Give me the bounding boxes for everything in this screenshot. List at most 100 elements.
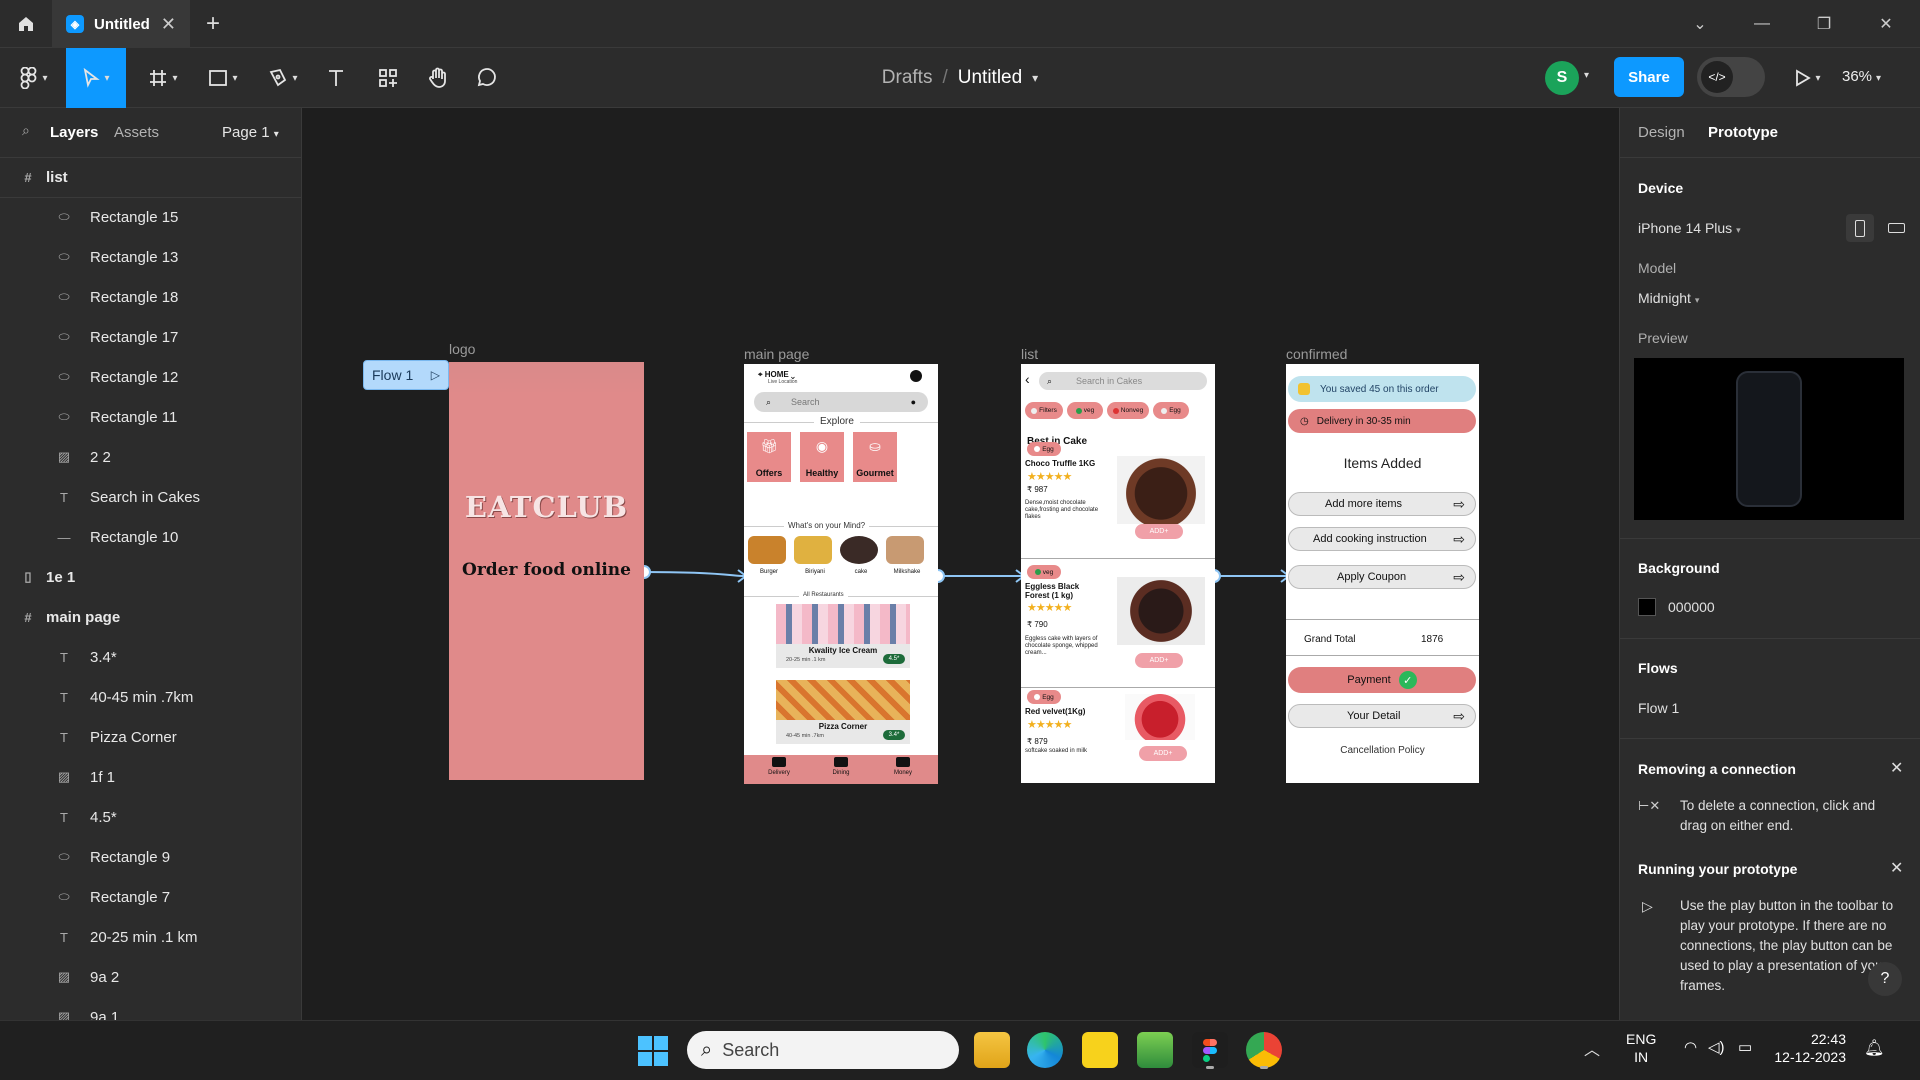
zoom-level[interactable]: 36% ▾ (1842, 68, 1881, 85)
layer-row[interactable]: T Pizza Corner (0, 717, 300, 757)
close-tab-icon[interactable]: ✕ (161, 14, 176, 35)
pen-tool[interactable]: ▾ (260, 48, 306, 108)
your-detail-label: Your Detail (1347, 710, 1401, 722)
layer-row[interactable]: T 4.5* (0, 797, 300, 837)
comment-tool[interactable] (468, 48, 504, 108)
payment-button: Payment ✓ (1288, 667, 1476, 693)
taskbar-search[interactable]: ⌕ Search (687, 1031, 959, 1069)
frame-confirmed[interactable]: You saved 45 on this order ◷ Delivery in… (1286, 364, 1479, 783)
flow-item[interactable]: Flow 1 (1638, 700, 1679, 716)
tab-design[interactable]: Design (1638, 124, 1685, 141)
wifi-icon[interactable]: ◠ (1684, 1038, 1697, 1056)
layer-row[interactable]: T 3.4* (0, 637, 300, 677)
help-button[interactable]: ? (1868, 962, 1902, 996)
frame-logo[interactable]: EATCLUB Order food online (449, 362, 644, 780)
tab-assets[interactable]: Assets (114, 124, 159, 141)
frame-list[interactable]: ‹ ⌕ Search in Cakes Best in Cake Filters… (1021, 364, 1215, 783)
breadcrumb-drafts[interactable]: Drafts (882, 67, 933, 89)
play-flow-icon[interactable]: ▷ (431, 368, 440, 382)
edge-browser-icon[interactable] (1027, 1032, 1063, 1068)
start-button[interactable] (638, 1036, 668, 1066)
layer-name: Rectangle 10 (90, 528, 179, 546)
language-indicator[interactable]: ENG IN (1626, 1030, 1656, 1066)
move-tool[interactable]: ▾ (66, 48, 126, 108)
food-label: cake (854, 569, 868, 575)
new-tab-button[interactable]: + (206, 10, 220, 38)
cake-price: ₹ 879 (1027, 737, 1048, 746)
layer-row[interactable]: ⬭ Rectangle 9 (0, 837, 300, 877)
layer-row[interactable]: T Search in Cakes (0, 477, 300, 517)
layer-row[interactable]: ▨ 9a 1 (0, 997, 300, 1021)
present-button[interactable]: ▾ (1788, 48, 1828, 108)
file-explorer-icon[interactable] (974, 1032, 1010, 1068)
close-tip-icon[interactable]: ✕ (1890, 758, 1903, 778)
frame-label-logo[interactable]: logo (449, 341, 475, 357)
layer-row[interactable]: ▨ 2 2 (0, 437, 300, 477)
maximize-button[interactable]: ❐ (1793, 0, 1855, 48)
share-button[interactable]: Share (1614, 57, 1684, 97)
clock[interactable]: 22:43 12-12-2023 (1770, 1030, 1846, 1066)
tab-prototype[interactable]: Prototype (1708, 124, 1778, 141)
layer-row[interactable]: ⬭ Rectangle 13 (0, 237, 300, 277)
window-close-button[interactable]: ✕ (1855, 0, 1917, 48)
layer-row[interactable]: # list (0, 157, 300, 197)
layer-row[interactable]: ▯ 1e 1 (0, 557, 300, 597)
cake-name: Choco Truffle 1KG (1025, 459, 1096, 468)
layer-row[interactable]: T 20-25 min .1 km (0, 917, 300, 957)
frame-label-main[interactable]: main page (744, 346, 809, 362)
shape-tool[interactable]: ▾ (200, 48, 246, 108)
layer-row[interactable]: ▨ 1f 1 (0, 757, 300, 797)
device-select[interactable]: iPhone 14 Plus ▾ (1638, 220, 1741, 236)
close-tip-icon[interactable]: ✕ (1890, 858, 1903, 878)
category-tile: ⛀ Gourmet (853, 432, 897, 482)
layer-row[interactable]: T 40-45 min .7km (0, 677, 300, 717)
layer-row[interactable]: — Rectangle 10 (0, 517, 300, 557)
layer-row[interactable]: ⬭ Rectangle 11 (0, 397, 300, 437)
sticky-notes-icon[interactable] (1082, 1032, 1118, 1068)
minimize-button[interactable]: — (1731, 0, 1793, 48)
dev-mode-toggle[interactable]: </> (1697, 57, 1765, 97)
layer-row[interactable]: ⬭ Rectangle 17 (0, 317, 300, 357)
avatar-chevron-icon[interactable]: ▾ (1584, 70, 1589, 81)
notification-bell-icon[interactable]: 🔔︎ (1864, 1038, 1884, 1058)
flow-starting-point[interactable]: Flow 1 ▷ (363, 360, 449, 390)
avatar[interactable]: S (1545, 61, 1579, 95)
photos-app-icon[interactable] (1137, 1032, 1173, 1068)
home-button[interactable] (0, 0, 52, 48)
resources-tool[interactable] (370, 48, 406, 108)
volume-icon[interactable]: ◁) (1708, 1038, 1725, 1056)
layer-row[interactable]: ⬭ Rectangle 18 (0, 277, 300, 317)
figma-app-icon[interactable] (1192, 1032, 1228, 1068)
portrait-orientation-button[interactable] (1846, 214, 1874, 242)
tab-layers[interactable]: Layers (50, 124, 98, 141)
search-layers-icon[interactable]: ⌕ (22, 122, 30, 139)
tabs-dropdown-icon[interactable]: ⌄ (1669, 0, 1731, 48)
frame-main-page[interactable]: ⌖ HOME ⌄ Live Location ⌕ Search ● Explor… (744, 364, 938, 784)
model-select[interactable]: Midnight ▾ (1638, 290, 1699, 306)
battery-icon[interactable]: ▭ (1738, 1038, 1752, 1056)
page-selector[interactable]: Page 1 ▾ (222, 124, 279, 141)
layer-row[interactable]: ⬭ Rectangle 7 (0, 877, 300, 917)
text-tool[interactable] (318, 48, 354, 108)
restaurant-image (776, 604, 910, 644)
layer-row[interactable]: ▨ 9a 2 (0, 957, 300, 997)
chevron-up-icon[interactable]: ︿ (1584, 1036, 1600, 1060)
cake-image (1117, 577, 1205, 645)
frame-label-list[interactable]: list (1021, 346, 1038, 362)
frame-label-confirmed[interactable]: confirmed (1286, 346, 1347, 362)
file-name[interactable]: Untitled (958, 67, 1022, 89)
filter-label: Egg (1169, 407, 1181, 414)
background-hex[interactable]: 000000 (1668, 599, 1715, 615)
frame-tool[interactable]: ▾ (140, 48, 186, 108)
chrome-browser-icon[interactable] (1246, 1032, 1282, 1068)
main-menu-button[interactable]: ▾ (12, 48, 56, 108)
layer-row[interactable]: ⬭ Rectangle 12 (0, 357, 300, 397)
hand-tool[interactable] (420, 48, 456, 108)
background-swatch[interactable] (1638, 598, 1656, 616)
file-tab[interactable]: ◈ Untitled ✕ (52, 0, 190, 48)
chevron-down-icon[interactable]: ▾ (1032, 71, 1038, 85)
landscape-orientation-button[interactable] (1882, 214, 1910, 242)
layer-row[interactable]: ⬭ Rectangle 15 (0, 197, 300, 237)
nonveg-dot-icon (1112, 407, 1119, 414)
layer-row[interactable]: # main page (0, 597, 300, 637)
